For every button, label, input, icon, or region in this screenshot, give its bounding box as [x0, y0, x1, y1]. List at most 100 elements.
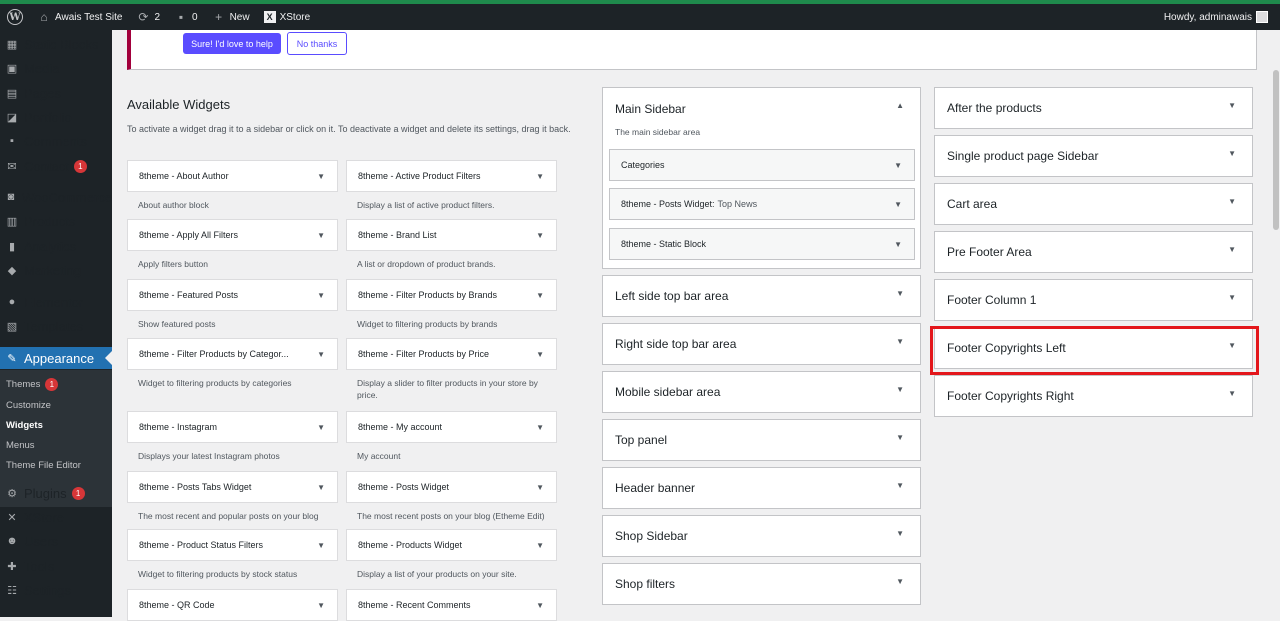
available-widget[interactable]: 8theme - QR Code ▼	[127, 589, 338, 621]
no-thanks-button[interactable]: No thanks	[287, 32, 347, 55]
submenu-item-customize[interactable]: Customize	[6, 396, 51, 414]
chevron-down-icon[interactable]: ▼	[536, 483, 544, 492]
xstore-link[interactable]: X XStore	[257, 4, 318, 30]
widget-area[interactable]: Footer Copyrights Right ▼	[934, 375, 1253, 417]
love-to-help-button[interactable]: Sure! I'd love to help	[183, 33, 281, 54]
chevron-down-icon[interactable]: ▼	[1228, 389, 1236, 398]
sidebar-widget[interactable]: 8theme - Static Block ▼	[609, 228, 915, 260]
chevron-down-icon[interactable]: ▼	[1228, 197, 1236, 206]
widget-area[interactable]: Single product page Sidebar ▼	[934, 135, 1253, 177]
available-widget[interactable]: 8theme - About Author ▼	[127, 160, 338, 192]
chevron-down-icon[interactable]: ▼	[536, 423, 544, 432]
sidebar-item-xstore[interactable]: ✕ XStore	[0, 506, 112, 528]
chevron-down-icon[interactable]: ▼	[896, 289, 904, 298]
available-widget[interactable]: 8theme - Apply All Filters ▼	[127, 219, 338, 251]
chevron-down-icon[interactable]: ▼	[894, 200, 902, 209]
comments-link[interactable]: ▪ 0	[167, 4, 205, 30]
sidebar-widget[interactable]: Categories ▼	[609, 149, 915, 181]
wp-logo-menu[interactable]: W	[0, 4, 30, 30]
widget-area[interactable]: Shop Sidebar ▼	[602, 515, 921, 557]
sidebar-widget[interactable]: 8theme - Posts Widget: Top News ▼	[609, 188, 915, 220]
chevron-down-icon[interactable]: ▼	[536, 291, 544, 300]
sidebar-item-static-blocks[interactable]: ▦ Static Blocks	[0, 33, 112, 55]
widget-area[interactable]: Mobile sidebar area ▼	[602, 371, 921, 413]
chevron-down-icon[interactable]: ▼	[1228, 101, 1236, 110]
chevron-down-icon[interactable]: ▼	[536, 231, 544, 240]
chevron-down-icon[interactable]: ▼	[317, 172, 325, 181]
sidebar-item-elementor[interactable]: ● Elementor	[0, 291, 112, 313]
sidebar-item-plugins[interactable]: ⚙ Plugins 1	[0, 482, 112, 504]
sidebar-item-contact[interactable]: ✉ Contact 1	[0, 155, 112, 177]
available-widget[interactable]: 8theme - Featured Posts ▼	[127, 279, 338, 311]
submenu-item-themes[interactable]: Themes 1	[6, 375, 59, 393]
collapse-up-icon[interactable]: ▲	[896, 101, 904, 110]
chevron-down-icon[interactable]: ▼	[1228, 293, 1236, 302]
page-scrollbar[interactable]	[1272, 30, 1280, 617]
widget-area[interactable]: Pre Footer Area ▼	[934, 231, 1253, 273]
scrollbar-thumb[interactable]	[1273, 70, 1279, 230]
my-account-menu[interactable]: Howdy, adminawais	[1164, 11, 1280, 23]
sidebar-item-appearance[interactable]: ✎ Appearance	[0, 347, 112, 369]
sidebar-item-analytics[interactable]: ▮ Analytics	[0, 235, 112, 257]
chevron-down-icon[interactable]: ▼	[317, 291, 325, 300]
main-sidebar-area[interactable]: Main Sidebar ▲ The main sidebar area Cat…	[602, 87, 921, 269]
available-widget[interactable]: 8theme - Filter Products by Brands ▼	[346, 279, 557, 311]
available-widget[interactable]: 8theme - Posts Widget ▼	[346, 471, 557, 503]
sidebar-item-portfolio[interactable]: ◪ Portfolio	[0, 106, 112, 128]
sidebar-item-woocommerce[interactable]: ◙ WooCommerce	[0, 186, 112, 208]
widget-area[interactable]: Header banner ▼	[602, 467, 921, 509]
available-widget[interactable]: 8theme - Filter Products by Price ▼	[346, 338, 557, 370]
sidebar-item-comments[interactable]: ▪ Comments	[0, 130, 112, 152]
widget-area[interactable]: Shop filters ▼	[602, 563, 921, 605]
chevron-down-icon[interactable]: ▼	[1228, 149, 1236, 158]
submenu-item-menus[interactable]: Menus	[6, 436, 35, 454]
chevron-down-icon[interactable]: ▼	[317, 231, 325, 240]
chevron-down-icon[interactable]: ▼	[536, 541, 544, 550]
chevron-down-icon[interactable]: ▼	[536, 601, 544, 610]
widget-area[interactable]: After the products ▼	[934, 87, 1253, 129]
chevron-down-icon[interactable]: ▼	[536, 172, 544, 181]
chevron-down-icon[interactable]: ▼	[896, 577, 904, 586]
widget-area[interactable]: Right side top bar area ▼	[602, 323, 921, 365]
submenu-item-theme-file-editor[interactable]: Theme File Editor	[6, 456, 81, 474]
sidebar-item-settings[interactable]: ☷ Settings	[0, 579, 112, 601]
chevron-down-icon[interactable]: ▼	[317, 601, 325, 610]
sidebar-item-media[interactable]: ▣ Media	[0, 57, 112, 79]
widget-area[interactable]: Footer Column 1 ▼	[934, 279, 1253, 321]
sidebar-item-templates[interactable]: ▧ Templates	[0, 315, 112, 337]
chevron-down-icon[interactable]: ▼	[894, 240, 902, 249]
available-widget[interactable]: 8theme - My account ▼	[346, 411, 557, 443]
available-widget[interactable]: 8theme - Posts Tabs Widget ▼	[127, 471, 338, 503]
submenu-item-widgets[interactable]: Widgets	[6, 416, 43, 434]
available-widget[interactable]: 8theme - Filter Products by Categor... ▼	[127, 338, 338, 370]
available-widget[interactable]: 8theme - Product Status Filters ▼	[127, 529, 338, 561]
sidebar-item-pages[interactable]: ▤ Pages	[0, 82, 112, 104]
sidebar-item-marketing[interactable]: ◆ Marketing	[0, 259, 112, 281]
sidebar-item-users[interactable]: ☻ Users	[0, 530, 112, 552]
available-widget[interactable]: 8theme - Recent Comments ▼	[346, 589, 557, 621]
updates-link[interactable]: ⟳ 2	[129, 4, 167, 30]
chevron-down-icon[interactable]: ▼	[317, 483, 325, 492]
chevron-down-icon[interactable]: ▼	[896, 433, 904, 442]
chevron-down-icon[interactable]: ▼	[1228, 245, 1236, 254]
chevron-down-icon[interactable]: ▼	[317, 350, 325, 359]
widget-area[interactable]: Left side top bar area ▼	[602, 275, 921, 317]
chevron-down-icon[interactable]: ▼	[317, 423, 325, 432]
sidebar-item-tools[interactable]: ✚ Tools	[0, 555, 112, 577]
available-widget[interactable]: 8theme - Products Widget ▼	[346, 529, 557, 561]
chevron-down-icon[interactable]: ▼	[896, 337, 904, 346]
widget-area[interactable]: Top panel ▼	[602, 419, 921, 461]
site-name-link[interactable]: ⌂ Awais Test Site	[30, 4, 129, 30]
widget-area[interactable]: Cart area ▼	[934, 183, 1253, 225]
chevron-down-icon[interactable]: ▼	[896, 529, 904, 538]
chevron-down-icon[interactable]: ▼	[894, 161, 902, 170]
chevron-down-icon[interactable]: ▼	[896, 481, 904, 490]
chevron-down-icon[interactable]: ▼	[536, 350, 544, 359]
new-content-link[interactable]: + New	[205, 4, 257, 30]
available-widget[interactable]: 8theme - Active Product Filters ▼	[346, 160, 557, 192]
chevron-down-icon[interactable]: ▼	[317, 541, 325, 550]
sidebar-item-products[interactable]: ▥ Products	[0, 210, 112, 232]
available-widget[interactable]: 8theme - Instagram ▼	[127, 411, 338, 443]
chevron-down-icon[interactable]: ▼	[896, 385, 904, 394]
available-widget[interactable]: 8theme - Brand List ▼	[346, 219, 557, 251]
